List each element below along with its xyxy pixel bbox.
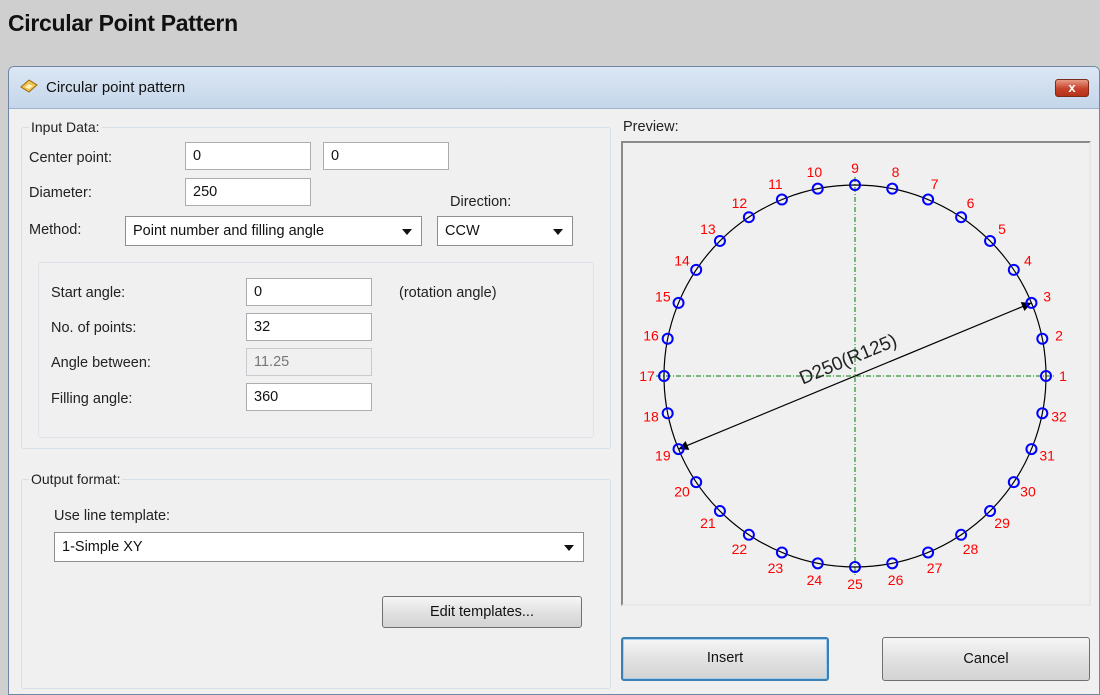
point-number-label: 16 [643,327,659,343]
direction-select[interactable]: CCW [437,216,573,246]
start-angle-field[interactable] [246,278,372,306]
method-label: Method: [29,222,82,238]
page-title: Circular Point Pattern [8,10,238,36]
point-number-label: 23 [768,560,784,576]
point-number-label: 27 [927,560,943,576]
point-number-label: 18 [643,409,659,425]
point-number-label: 6 [967,195,975,211]
method-select[interactable]: Point number and filling angle [125,216,422,246]
dialog-content: Input Data: Center point: Diameter: Dire… [9,109,1099,694]
pattern-preview-canvas: D250(R125) 123456789101112131415161718192… [639,160,1067,592]
point-number-label: 1 [1059,368,1067,384]
line-template-label: Use line template: [54,508,171,524]
point-number-label: 7 [931,176,939,192]
start-angle-label: Start angle: [51,285,126,301]
point-number-label: 8 [892,164,900,180]
point-number-label: 25 [847,576,863,592]
diameter-field[interactable] [185,178,311,206]
point-number-label: 20 [674,484,690,500]
edit-templates-button[interactable]: Edit templates... [382,596,582,628]
point-number-label: 5 [998,221,1006,237]
point-number-label: 30 [1020,484,1036,500]
input-data-label: Input Data: [29,119,102,135]
center-y-field[interactable] [323,142,449,170]
app-icon [20,79,38,93]
output-format-label: Output format: [29,471,123,487]
rotation-angle-note: (rotation angle) [399,285,497,301]
point-number-label: 11 [768,176,783,192]
diameter-label: Diameter: [29,185,92,201]
point-number-label: 17 [639,368,655,384]
circular-point-pattern-dialog: Circular point pattern x Input Data: Cen… [8,66,1100,695]
input-data-group: Input Data: Center point: Diameter: Dire… [21,119,611,449]
angle-between-field [246,348,372,376]
point-number-label: 13 [700,221,716,237]
diameter-dimension-text: D250(R125) [796,330,900,389]
chevron-down-icon [553,229,563,235]
point-number-label: 26 [888,572,904,588]
point-number-label: 21 [700,515,716,531]
point-number-label: 24 [807,572,823,588]
preview-label: Preview: [623,119,679,135]
point-number-label: 10 [807,164,823,180]
line-template-select[interactable]: 1-Simple XY [54,532,584,562]
point-number-label: 28 [963,541,979,557]
line-template-value: 1-Simple XY [62,539,143,555]
point-number-label: 19 [655,448,671,464]
dialog-titlebar: Circular point pattern x [9,67,1099,109]
filling-angle-field[interactable] [246,383,372,411]
center-x-field[interactable] [185,142,311,170]
point-number-label: 31 [1039,448,1055,464]
method-value: Point number and filling angle [133,223,325,239]
filling-angle-label: Filling angle: [51,391,133,407]
chevron-down-icon [402,229,412,235]
point-number-label: 22 [732,541,748,557]
point-number-label: 29 [994,515,1010,531]
point-number-label: 3 [1043,288,1051,304]
preview-panel: D250(R125) 1 2 3 4 5 6 7 8 9 10 11 12 13 14 15 16 17 18 19 2… [621,141,1091,606]
angle-settings-panel: Start angle: (rotation angle) No. of poi… [38,262,594,438]
num-points-field[interactable] [246,313,372,341]
point-number-label: 14 [674,252,690,268]
num-points-label: No. of points: [51,320,137,336]
close-button[interactable]: x [1055,79,1089,97]
direction-value: CCW [445,223,480,239]
angle-between-label: Angle between: [51,355,151,371]
point-number-label: 15 [655,288,671,304]
point-number-label: 12 [732,195,748,211]
point-number-label: 32 [1051,409,1067,425]
point-number-label: 9 [851,160,859,176]
insert-button[interactable]: Insert [621,637,829,681]
chevron-down-icon [564,545,574,551]
point-number-label: 2 [1055,327,1063,343]
output-format-group: Output format: Use line template: 1-Simp… [21,471,611,689]
point-number-label: 4 [1024,252,1032,268]
direction-label: Direction: [450,194,512,210]
cancel-button[interactable]: Cancel [882,637,1090,681]
dialog-title: Circular point pattern [46,79,186,96]
center-point-label: Center point: [29,150,113,166]
